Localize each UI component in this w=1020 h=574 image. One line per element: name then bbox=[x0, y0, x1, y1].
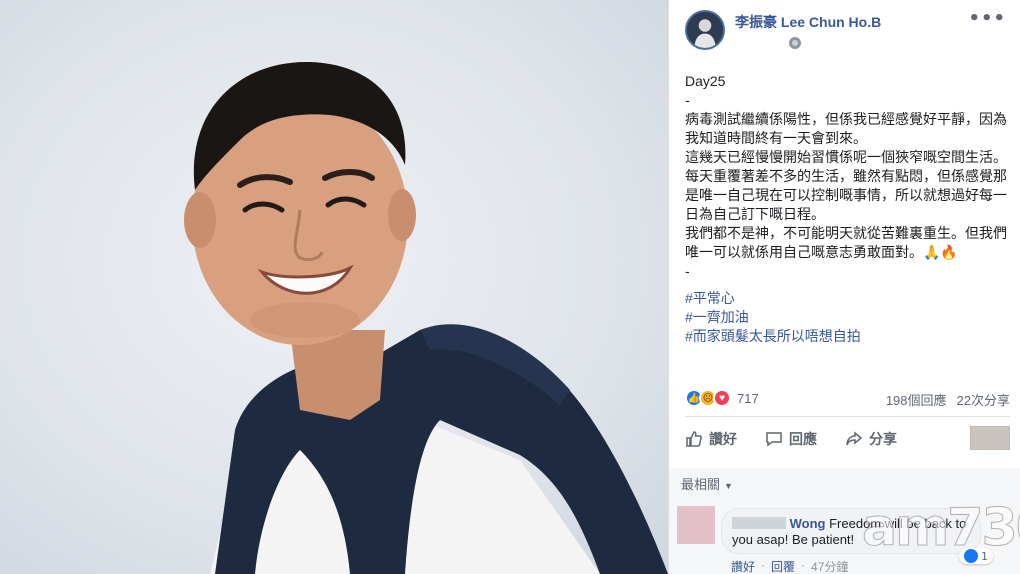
post-stats: 👍 ☹ ♥ 717 198個回應 22次分享 bbox=[685, 388, 1010, 410]
stat-links: 198個回應 22次分享 bbox=[886, 390, 1010, 409]
post-paragraph: - bbox=[685, 92, 690, 108]
post-paragraph: - bbox=[685, 263, 690, 279]
thumbs-up-icon bbox=[964, 549, 978, 563]
post-header: 李振豪 Lee Chun Ho.B ••• bbox=[685, 10, 1010, 56]
comment-like-link[interactable]: 讚好 bbox=[731, 558, 755, 574]
comment-sort-selector[interactable]: 最相關 ▼ bbox=[669, 468, 1020, 504]
post-paragraph: 我們都不是神，不可能明天就從苦難裏重生。但我們唯一可以就係用自己嘅意志勇敢面對。… bbox=[685, 225, 1007, 260]
comment-item: Wong Freedom will be back to you asap! B… bbox=[669, 500, 1020, 574]
post-actions: 讚好 回應 分享 bbox=[685, 422, 1010, 456]
comment-reply-link[interactable]: 回覆 bbox=[771, 558, 795, 574]
comment-actions: 讚好 · 回覆 · 47分鐘 bbox=[731, 558, 848, 574]
sort-label: 最相關 bbox=[681, 477, 721, 492]
comment-time[interactable]: 47分鐘 bbox=[811, 558, 848, 574]
globe-icon[interactable] bbox=[789, 37, 801, 49]
share-button[interactable]: 分享 bbox=[845, 429, 897, 449]
blurred-name bbox=[732, 517, 786, 529]
commenter-name[interactable]: Wong bbox=[790, 516, 826, 531]
like-label: 讚好 bbox=[709, 431, 737, 447]
viewer-avatar-thumbnail[interactable] bbox=[970, 426, 1010, 450]
hashtag-link[interactable]: #平常心 bbox=[685, 289, 861, 308]
share-label: 分享 bbox=[869, 431, 897, 447]
divider bbox=[685, 416, 1010, 417]
hashtag-link[interactable]: #一齊加油 bbox=[685, 308, 861, 327]
author-name[interactable]: 李振豪 Lee Chun Ho.B bbox=[735, 12, 881, 32]
share-count[interactable]: 22次分享 bbox=[957, 390, 1010, 409]
hashtag-list: #平常心 #一齊加油 #而家頭髮太長所以唔想自拍 bbox=[685, 289, 861, 346]
post-text: Day25 - 病毒測試繼續係陽性，但係我已經感覺好平靜，因為我知道時間終有一天… bbox=[685, 72, 1007, 281]
post-paragraph: 每天重覆著差不多的生活，雖然有點悶，但係感覺那是唯一自己現在可以控制嘅事情，所以… bbox=[685, 168, 1007, 222]
like-button[interactable]: 讚好 bbox=[685, 429, 737, 449]
author-avatar[interactable] bbox=[685, 10, 725, 50]
share-icon bbox=[846, 431, 863, 446]
post-photo[interactable] bbox=[0, 0, 668, 574]
post-panel: 李振豪 Lee Chun Ho.B ••• Day25 - 病毒測試繼續係陽性，… bbox=[668, 0, 1020, 574]
post-paragraph: 這幾天已經慢慢開始習慣係呢一個狹窄嘅空間生活。 bbox=[685, 149, 1007, 165]
comment-bubble: Wong Freedom will be back to you asap! B… bbox=[721, 508, 981, 554]
comment-like-badge[interactable]: 1 bbox=[959, 548, 993, 564]
separator: · bbox=[761, 558, 766, 572]
post-paragraph: Day25 bbox=[685, 73, 726, 89]
caret-down-icon: ▼ bbox=[724, 481, 733, 491]
reaction-count: 717 bbox=[737, 390, 759, 406]
hashtag-link[interactable]: #而家頭髮太長所以唔想自拍 bbox=[685, 327, 861, 346]
reactions[interactable]: 👍 ☹ ♥ 717 bbox=[685, 388, 759, 408]
comment-button[interactable]: 回應 bbox=[765, 429, 817, 449]
love-reaction-icon: ♥ bbox=[713, 389, 731, 407]
commenter-avatar[interactable] bbox=[677, 506, 715, 544]
post-paragraph: 病毒測試繼續係陽性，但係我已經感覺好平靜，因為我知道時間終有一天會到來。 bbox=[685, 111, 1007, 146]
thumbs-up-icon bbox=[686, 431, 702, 447]
comment-icon bbox=[766, 432, 782, 447]
comment-like-count: 1 bbox=[981, 549, 988, 563]
comment-count[interactable]: 198個回應 bbox=[886, 390, 947, 409]
comment-label: 回應 bbox=[789, 431, 817, 447]
separator: · bbox=[801, 558, 806, 572]
more-horizontal-icon[interactable]: ••• bbox=[968, 10, 1006, 28]
